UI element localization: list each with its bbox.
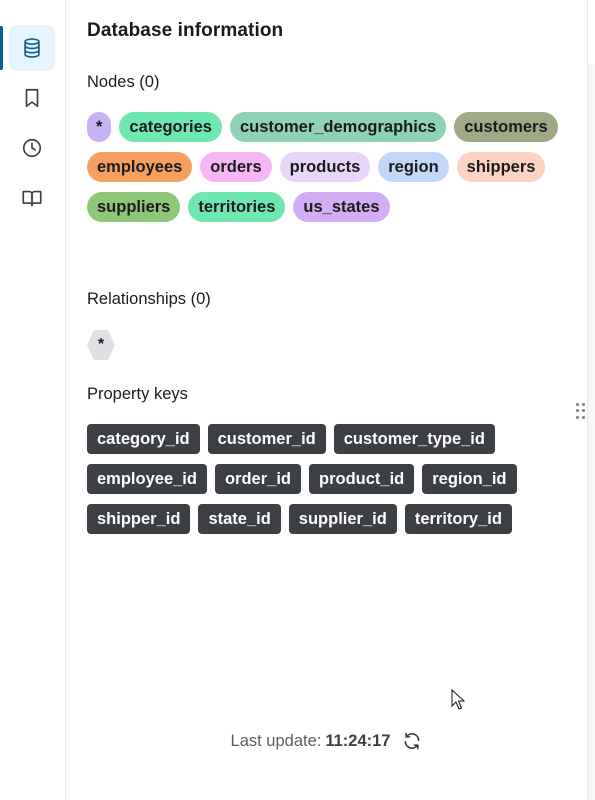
database-information-panel: Database information Nodes (0) * categori… [66,0,588,800]
property-key-chip[interactable]: shipper_id [87,504,191,534]
active-indicator [0,26,3,70]
sidebar-item-history[interactable] [9,125,55,171]
node-label-chip[interactable]: region [378,152,449,182]
history-clock-icon [22,138,42,158]
database-icon [24,38,40,58]
relationship-type-all-chip[interactable]: * [87,330,115,360]
book-open-icon [22,190,42,207]
sidebar-rail [0,0,66,800]
node-label-chip[interactable]: customer_demographics [229,112,447,142]
property-keys-heading: Property keys [87,385,188,403]
node-label-list: * categories customer_demographics customer… [87,112,567,222]
last-update-time: 11:24:17 [325,731,391,750]
property-key-chip[interactable]: state_id [198,504,281,534]
resize-handle-grip-icon[interactable] [576,403,586,419]
mouse-pointer-icon [451,689,465,710]
sidebar-item-docs[interactable] [9,175,55,221]
property-key-chip[interactable]: product_id [309,464,415,494]
last-update-footer: Last update: 11:24:17 [66,731,587,751]
property-key-chip[interactable]: region_id [422,464,517,494]
sidebar-item-database[interactable] [9,25,55,71]
node-label-chip[interactable]: customers [454,112,558,142]
node-label-chip[interactable]: employees [87,152,193,182]
node-label-chip[interactable]: products [279,152,371,182]
nodes-heading: Nodes (0) [87,73,160,91]
relationships-heading: Relationships (0) [87,290,211,308]
property-key-chip[interactable]: order_id [214,464,301,494]
refresh-icon[interactable] [402,731,422,751]
relationship-type-list: * [87,330,567,360]
node-label-chip[interactable]: us_states [293,192,390,222]
node-label-all-chip[interactable]: * [87,112,112,142]
property-key-chip[interactable]: customer_type_id [333,424,495,454]
property-key-chip[interactable]: territory_id [404,504,512,534]
scroll-track [588,64,595,800]
node-label-chip[interactable]: shippers [456,152,546,182]
property-key-chip[interactable]: category_id [87,424,200,454]
bookmark-icon [25,88,39,108]
property-key-chip[interactable]: supplier_id [288,504,397,534]
node-label-chip[interactable]: categories [119,112,222,142]
panel-title: Database information [87,20,284,41]
property-key-chip[interactable]: employee_id [87,464,207,494]
sidebar-item-saved-cypher[interactable] [9,75,55,121]
node-label-chip[interactable]: suppliers [87,192,181,222]
last-update-label: Last update: [230,731,322,750]
property-key-chip[interactable]: customer_id [207,424,326,454]
node-label-chip[interactable]: orders [200,152,272,182]
property-key-list: category_id customer_id customer_type_idem… [87,424,567,534]
node-label-chip[interactable]: territories [188,192,286,222]
